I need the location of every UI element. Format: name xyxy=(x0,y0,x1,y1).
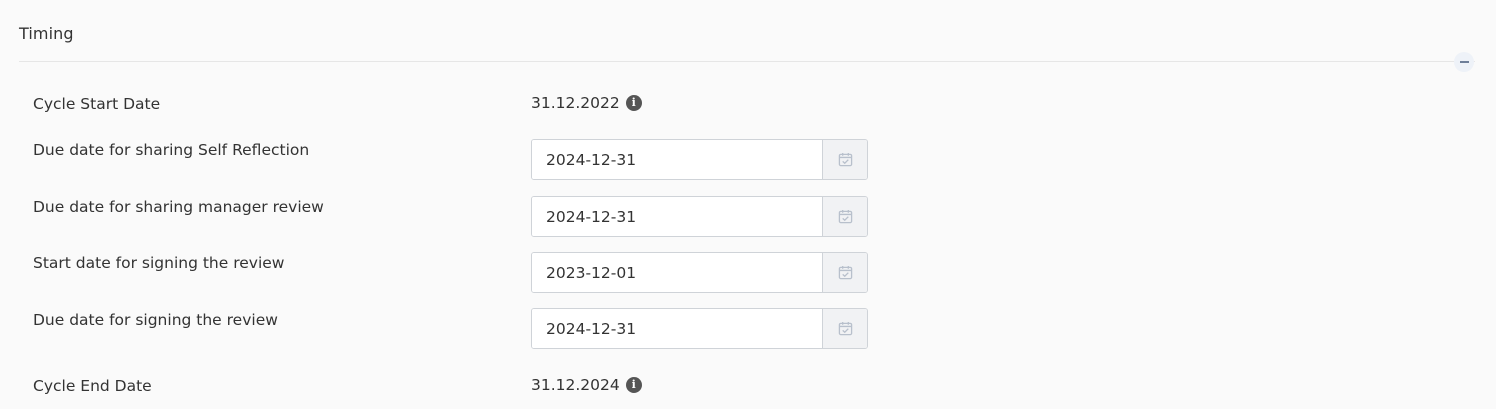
calendar-check-icon xyxy=(838,265,852,280)
self-reflection-due-field xyxy=(531,139,868,180)
due-signing-input[interactable] xyxy=(532,309,822,348)
section-divider xyxy=(19,61,1475,62)
minus-icon xyxy=(1459,61,1469,63)
section-title: Timing xyxy=(19,24,74,43)
cycle-end-date-label: Cycle End Date xyxy=(33,377,152,395)
cycle-start-date-text: 31.12.2022 xyxy=(531,94,620,112)
due-signing-field xyxy=(531,308,868,349)
calendar-button[interactable] xyxy=(822,140,867,179)
manager-review-due-input[interactable] xyxy=(532,197,822,236)
calendar-button[interactable] xyxy=(822,197,867,236)
self-reflection-due-input[interactable] xyxy=(532,140,822,179)
calendar-check-icon xyxy=(838,321,852,336)
cycle-start-date-value: 31.12.2022 i xyxy=(531,94,642,112)
start-signing-label: Start date for signing the review xyxy=(33,254,285,272)
info-icon[interactable]: i xyxy=(625,377,642,393)
manager-review-due-field xyxy=(531,196,868,237)
cycle-end-date-text: 31.12.2024 xyxy=(531,376,620,394)
collapse-button[interactable] xyxy=(1454,52,1474,72)
calendar-button[interactable] xyxy=(822,253,867,292)
info-icon[interactable]: i xyxy=(625,95,642,111)
cycle-start-date-label: Cycle Start Date xyxy=(33,95,161,113)
start-signing-input[interactable] xyxy=(532,253,822,292)
cycle-end-date-value: 31.12.2024 i xyxy=(531,376,642,394)
timing-panel: Timing Cycle Start Date 31.12.2022 i Due… xyxy=(0,0,1496,409)
start-signing-field xyxy=(531,252,868,293)
calendar-check-icon xyxy=(838,152,852,167)
calendar-check-icon xyxy=(838,209,852,224)
calendar-button[interactable] xyxy=(822,309,867,348)
due-signing-label: Due date for signing the review xyxy=(33,311,278,329)
manager-review-due-label: Due date for sharing manager review xyxy=(33,198,324,216)
self-reflection-due-label: Due date for sharing Self Reflection xyxy=(33,141,310,159)
